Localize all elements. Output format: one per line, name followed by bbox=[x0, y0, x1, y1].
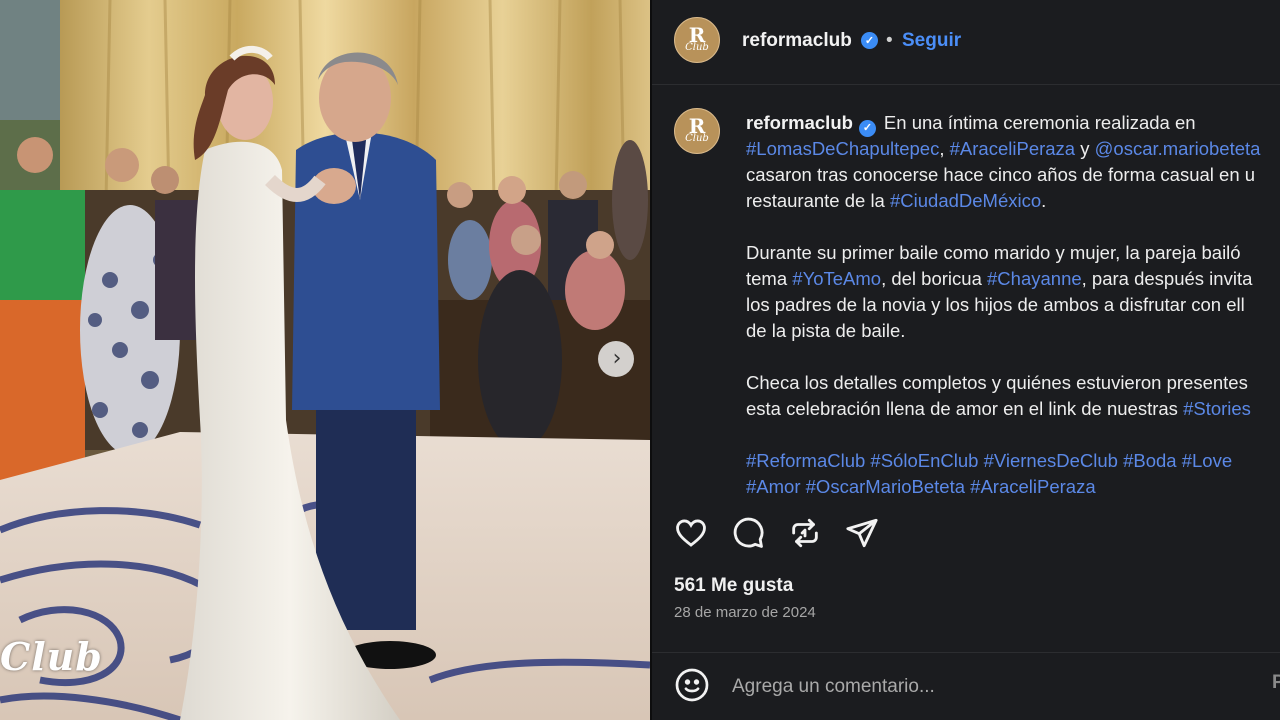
caption-line: casaron tras conocerse hace cinco años d… bbox=[746, 162, 1280, 188]
header-username[interactable]: reformaclub bbox=[742, 30, 852, 52]
post-detail-panel: R Club reformaclub ✓ • Seguir R Club ref… bbox=[650, 0, 1280, 720]
caption-text: de la pista de baile. bbox=[746, 320, 906, 341]
caption-text: , bbox=[939, 138, 950, 159]
caption-text: esta celebración llena de amor en el lin… bbox=[746, 398, 1184, 419]
hashtag-link[interactable]: #Stories bbox=[1183, 398, 1251, 419]
caption-text: los padres de la novia y los hijos de am… bbox=[746, 294, 1245, 315]
wedding-photo-illustration bbox=[0, 0, 650, 720]
caption-line: Durante su primer baile como marido y mu… bbox=[746, 240, 1280, 266]
watermark-logo: Club bbox=[0, 634, 103, 679]
share-icon[interactable] bbox=[843, 514, 881, 552]
hashtag-link[interactable]: #CiudadDeMéxico bbox=[890, 190, 1041, 211]
comment-input[interactable] bbox=[730, 671, 1214, 703]
caption-line bbox=[746, 422, 1280, 448]
caption-username[interactable]: reformaclub bbox=[746, 112, 853, 133]
hashtag-link[interactable]: #AraceliPeraza bbox=[950, 138, 1075, 159]
comment-icon[interactable] bbox=[729, 514, 767, 552]
hashtag-link[interactable]: #ViernesDeClub bbox=[984, 450, 1118, 471]
heart-icon[interactable] bbox=[672, 514, 710, 552]
likes-count[interactable]: 561 Me gusta bbox=[674, 575, 793, 597]
emoji-icon[interactable] bbox=[674, 667, 710, 703]
caption-line: #LomasDeChapultepec, #AraceliPeraza y @o… bbox=[746, 136, 1280, 162]
caption-line: #ReformaClub #SóloEnClub #ViernesDeClub … bbox=[746, 448, 1280, 474]
hashtag-link[interactable]: #Boda bbox=[1123, 450, 1177, 471]
separator-dot: • bbox=[886, 30, 893, 51]
caption-line: de la pista de baile. bbox=[746, 318, 1280, 344]
hashtag-link[interactable]: #Love bbox=[1182, 450, 1232, 471]
hashtag-link[interactable]: #ReformaClub bbox=[746, 450, 865, 471]
verified-badge-icon: ✓ bbox=[858, 119, 876, 137]
caption-text: En una íntima ceremonia realizada en bbox=[883, 112, 1196, 133]
caption-line bbox=[746, 214, 1280, 240]
caption-text: Checa los detalles completos y quiénes e… bbox=[746, 372, 1248, 393]
caption-line: tema #YoTeAmo, del boricua #Chayanne, pa… bbox=[746, 266, 1280, 292]
carousel-next-button[interactable]: › bbox=[598, 341, 634, 377]
hashtag-link[interactable]: #SóloEnClub bbox=[870, 450, 978, 471]
hashtag-link[interactable]: #LomasDeChapultepec bbox=[746, 138, 939, 159]
hashtag-link[interactable]: @oscar.mariobeteta bbox=[1095, 138, 1261, 159]
chevron-right-icon: › bbox=[612, 346, 622, 371]
hashtag-link[interactable]: #YoTeAmo bbox=[792, 268, 881, 289]
comment-bar: P bbox=[652, 652, 1280, 720]
post-caption: reformaclub ✓ En una íntima ceremonia real… bbox=[746, 110, 1280, 500]
caption-text: , del boricua bbox=[881, 268, 988, 289]
hashtag-link[interactable]: #AraceliPeraza bbox=[970, 476, 1095, 497]
caption-text: Durante su primer baile como marido y mu… bbox=[746, 242, 1241, 263]
caption-line: restaurante de la #CiudadDeMéxico. bbox=[746, 188, 1280, 214]
caption-line: los padres de la novia y los hijos de am… bbox=[746, 292, 1280, 318]
post-comment-button[interactable]: P bbox=[1272, 672, 1280, 694]
caption-text: , para después invita bbox=[1081, 268, 1253, 289]
follow-button[interactable]: Seguir bbox=[902, 30, 961, 52]
caption-line: esta celebración llena de amor en el lin… bbox=[746, 396, 1280, 422]
hashtag-link[interactable]: #Amor bbox=[746, 476, 801, 497]
caption-line: #Amor #OscarMarioBeteta #AraceliPeraza bbox=[746, 474, 1280, 500]
caption-text: casaron tras conocerse hace cinco años d… bbox=[746, 164, 1256, 185]
caption-text: restaurante de la bbox=[746, 190, 890, 211]
hashtag-link[interactable]: #Chayanne bbox=[987, 268, 1082, 289]
avatar[interactable]: R Club bbox=[674, 17, 720, 63]
verified-badge-icon: ✓ bbox=[861, 32, 878, 49]
caption-text: tema bbox=[746, 268, 793, 289]
caption-line bbox=[746, 344, 1280, 370]
post-photo: › Club bbox=[0, 0, 650, 720]
caption-avatar[interactable]: R Club bbox=[674, 108, 720, 154]
post-header: R Club reformaclub ✓ • Seguir bbox=[652, 0, 1280, 85]
caption-text: . bbox=[1041, 190, 1047, 211]
hashtag-link[interactable]: #OscarMarioBeteta bbox=[806, 476, 965, 497]
caption-line: reformaclub ✓ En una íntima ceremonia real… bbox=[746, 110, 1280, 137]
repost-icon[interactable] bbox=[786, 514, 824, 552]
caption-line: Checa los detalles completos y quiénes e… bbox=[746, 370, 1280, 396]
post-date: 28 de marzo de 2024 bbox=[674, 604, 816, 621]
caption-text: y bbox=[1075, 138, 1095, 159]
